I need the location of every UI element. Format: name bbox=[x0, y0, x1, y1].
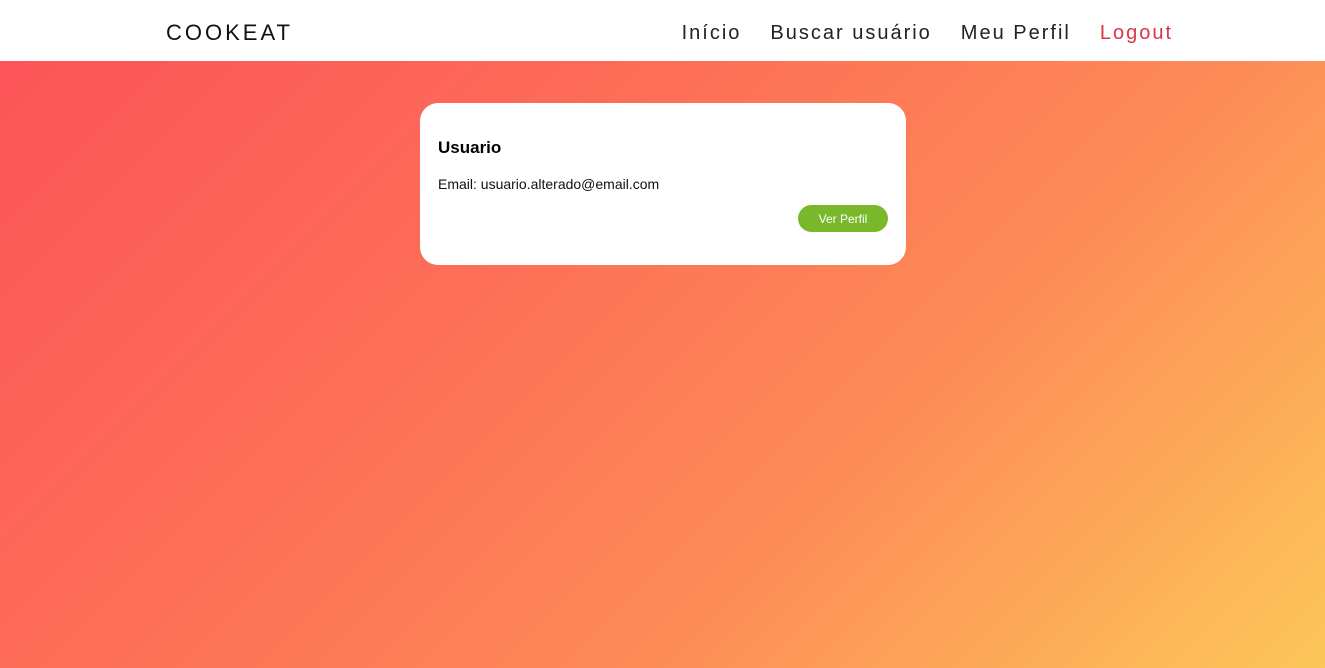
user-name: Usuario bbox=[438, 138, 502, 157]
nav-link-buscar-usuario[interactable]: Buscar usuário bbox=[770, 20, 931, 46]
user-card: Usuario Email: usuario.alterado@email.co… bbox=[420, 103, 906, 265]
top-navbar: COOKEAT Início Buscar usuário Meu Perfil… bbox=[0, 0, 1325, 61]
view-profile-button[interactable]: Ver Perfil bbox=[798, 205, 888, 232]
nav-links: Início Buscar usuário Meu Perfil Logout bbox=[653, 20, 1173, 46]
nav-link-inicio[interactable]: Início bbox=[682, 20, 742, 46]
user-email: Email: usuario.alterado@email.com bbox=[438, 176, 660, 192]
nav-link-logout[interactable]: Logout bbox=[1100, 20, 1173, 46]
nav-link-meu-perfil[interactable]: Meu Perfil bbox=[961, 20, 1071, 46]
brand-logo[interactable]: COOKEAT bbox=[166, 20, 293, 46]
